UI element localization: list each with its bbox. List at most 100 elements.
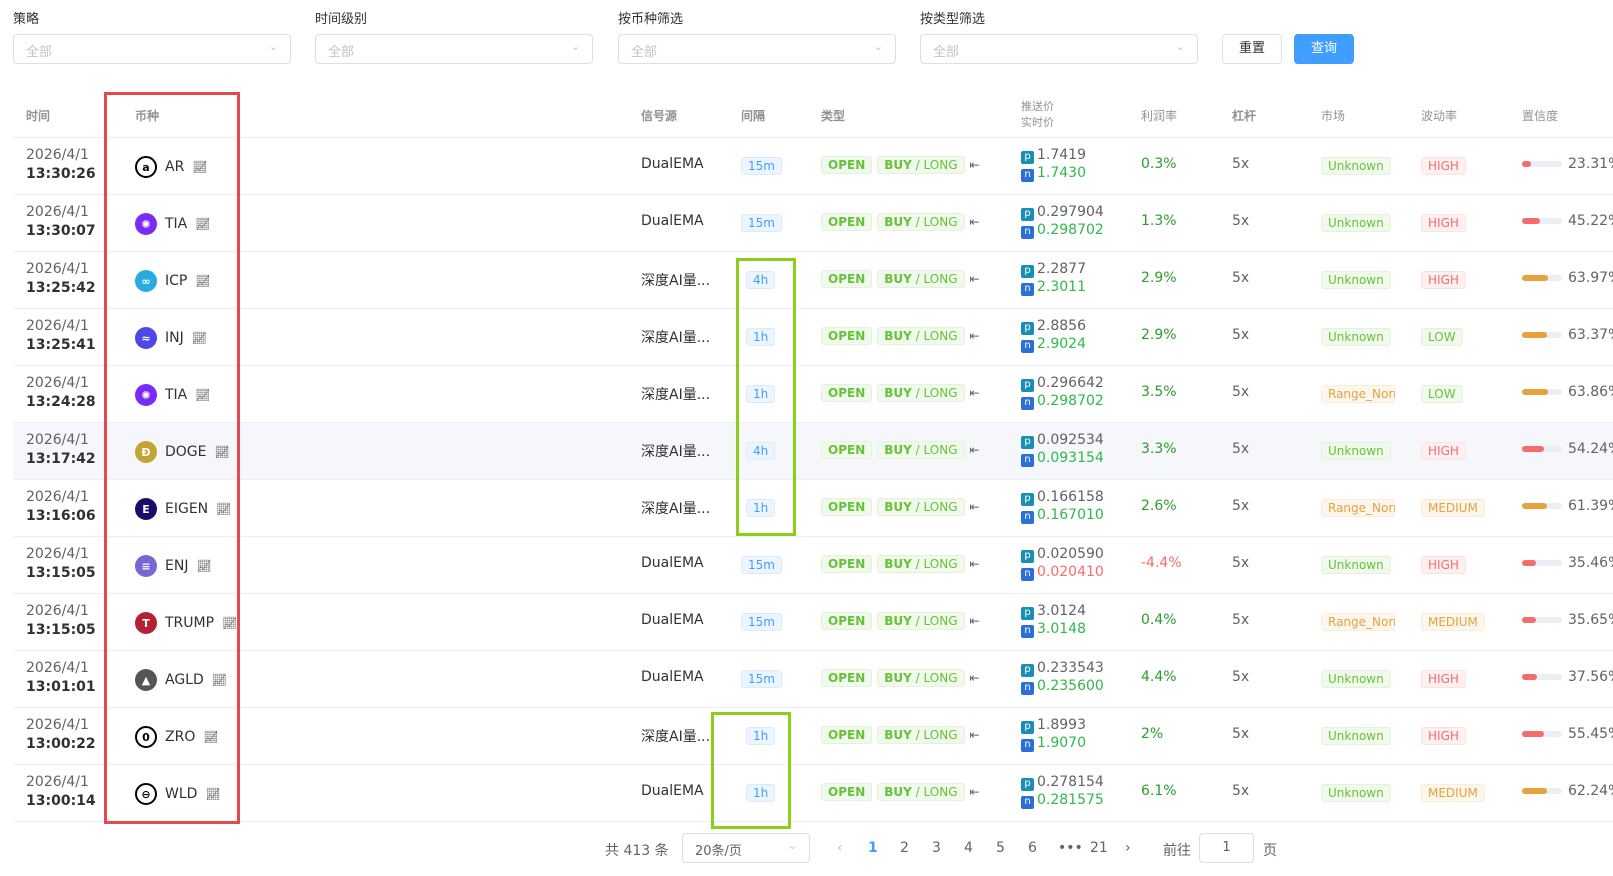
page-number[interactable]: 6 [1028, 840, 1037, 856]
price-cell: p 0.296642 n 0.298702 [1021, 374, 1104, 410]
jump-icon[interactable]: ⇤ [970, 557, 980, 571]
reset-button[interactable]: 重置 [1222, 34, 1282, 64]
table-row: 2026/4/1 13:25:42 ∞ ICP 📈︎ 深度AI量... 4h OPEN… [13, 252, 1613, 309]
direction-tag: BUY / LONG [877, 783, 965, 801]
header-profit: 利润率 [1141, 109, 1178, 123]
confidence-cell: 63.37% [1522, 327, 1613, 343]
interval-tag: 15m [741, 214, 782, 232]
open-tag: OPEN [821, 726, 873, 744]
price-cell: p 2.8856 n 2.9024 [1021, 317, 1086, 353]
page-number[interactable]: 21 [1090, 840, 1108, 856]
page-number[interactable]: 4 [964, 840, 973, 856]
market-tag: Unknown [1321, 271, 1391, 289]
live-price-icon: n [1021, 511, 1034, 524]
confidence-bar [1522, 275, 1562, 281]
live-price-icon: n [1021, 226, 1034, 239]
table-row: 2026/4/1 13:01:01 ▲ AGLD 📈︎ DualEMA 15m OPE… [13, 651, 1613, 708]
live-price-icon: n [1021, 397, 1034, 410]
jump-icon[interactable]: ⇤ [970, 728, 980, 742]
page-number[interactable]: 2 [900, 840, 909, 856]
coin-select[interactable]: 全部 ⌄ [618, 34, 896, 64]
header-leverage: 杠杆 [1232, 109, 1257, 123]
header-confidence: 置信度 [1522, 109, 1559, 123]
goto-page-input[interactable]: 1 [1199, 833, 1254, 863]
jump-icon[interactable]: ⇤ [970, 785, 980, 799]
market-tag: Unknown [1321, 556, 1391, 574]
direction-tag: BUY / LONG [877, 498, 965, 516]
strategy-select[interactable]: 全部 ⌄ [13, 34, 291, 64]
direction-tag: BUY / LONG [877, 612, 965, 630]
confidence-bar-fill [1522, 788, 1547, 794]
jump-icon[interactable]: ⇤ [970, 215, 980, 229]
timeframe-select[interactable]: 全部 ⌄ [315, 34, 593, 64]
jump-icon[interactable]: ⇤ [970, 671, 980, 685]
direction-tag: BUY / LONG [877, 156, 965, 174]
profit-rate: 2% [1141, 726, 1164, 742]
direction-tag: BUY / LONG [877, 441, 965, 459]
table-row: 2026/4/1 13:25:41 ≈ INJ 📈︎ 深度AI量... 1h OPEN… [13, 309, 1613, 366]
table-row: 2026/4/1 13:24:28 ✺ TIA 📈︎ 深度AI量... 1h OPEN… [13, 366, 1613, 423]
jump-icon[interactable]: ⇤ [970, 443, 980, 457]
volatility-tag: HIGH [1421, 214, 1466, 232]
confidence-bar-fill [1522, 731, 1545, 737]
more-pages-icon[interactable]: ••• [1058, 840, 1083, 856]
live-price-icon: n [1021, 568, 1034, 581]
jump-icon[interactable]: ⇤ [970, 386, 980, 400]
page-number[interactable]: 5 [996, 840, 1005, 856]
jump-icon[interactable]: ⇤ [970, 329, 980, 343]
signal-source: DualEMA [641, 612, 704, 628]
jump-icon[interactable]: ⇤ [970, 614, 980, 628]
highlight-box-interval-1 [736, 258, 796, 536]
jump-icon[interactable]: ⇤ [970, 272, 980, 286]
query-button[interactable]: 查询 [1294, 34, 1354, 64]
confidence-bar-fill [1522, 617, 1537, 623]
filter-label-type: 按类型筛选 [920, 12, 986, 27]
volatility-tag: MEDIUM [1421, 784, 1485, 802]
prev-page-icon[interactable]: ‹ [837, 840, 843, 856]
signal-source: 深度AI量... [641, 273, 711, 289]
confidence-bar-fill [1522, 161, 1532, 167]
page-size-select[interactable]: 20条/页 ⌄ [682, 833, 810, 863]
profit-rate: 4.4% [1141, 669, 1177, 685]
direction-tag: BUY / LONG [877, 270, 965, 288]
open-tag: OPEN [821, 612, 873, 630]
jump-icon[interactable]: ⇤ [970, 500, 980, 514]
live-price-icon: n [1021, 283, 1034, 296]
header-interval: 间隔 [741, 109, 766, 123]
confidence-cell: 54.24% [1522, 441, 1613, 457]
table-row: 2026/4/1 13:00:22 0 ZRO 📈︎ 深度AI量... 1h OPEN… [13, 708, 1613, 765]
market-tag: Range_Normal [1321, 385, 1395, 403]
confidence-bar [1522, 560, 1562, 566]
confidence-bar-fill [1522, 218, 1541, 224]
live-price-icon: n [1021, 796, 1034, 809]
page-number[interactable]: 1 [868, 840, 878, 856]
next-page-icon[interactable]: › [1125, 840, 1131, 856]
volatility-tag: HIGH [1421, 556, 1466, 574]
chevron-down-icon: ⌄ [570, 40, 580, 53]
push-price-icon: p [1021, 664, 1034, 677]
confidence-bar [1522, 617, 1562, 623]
page-number[interactable]: 3 [932, 840, 941, 856]
confidence-bar-fill [1522, 446, 1544, 452]
market-tag: Unknown [1321, 670, 1391, 688]
open-tag: OPEN [821, 270, 873, 288]
profit-rate: 2.9% [1141, 327, 1177, 343]
direction-tag: BUY / LONG [877, 327, 965, 345]
market-tag: Unknown [1321, 214, 1391, 232]
interval-tag: 15m [741, 157, 782, 175]
signal-source: 深度AI量... [641, 444, 711, 460]
push-price-icon: p [1021, 322, 1034, 335]
jump-icon[interactable]: ⇤ [970, 158, 980, 172]
table-row: 2026/4/1 13:30:26 a AR 📈︎ DualEMA 15m OPEN … [13, 138, 1613, 195]
leverage: 5x [1232, 669, 1250, 685]
type-select[interactable]: 全部 ⌄ [920, 34, 1198, 64]
signal-time: 2026/4/1 13:24:28 [26, 375, 96, 410]
confidence-bar-fill [1522, 275, 1548, 281]
interval-tag: 15m [741, 613, 782, 631]
direction-tag: BUY / LONG [877, 384, 965, 402]
leverage: 5x [1232, 213, 1250, 229]
push-price-icon: p [1021, 550, 1034, 563]
signal-source: DualEMA [641, 555, 704, 571]
profit-rate: 1.3% [1141, 213, 1177, 229]
confidence-cell: 35.65% [1522, 612, 1613, 628]
